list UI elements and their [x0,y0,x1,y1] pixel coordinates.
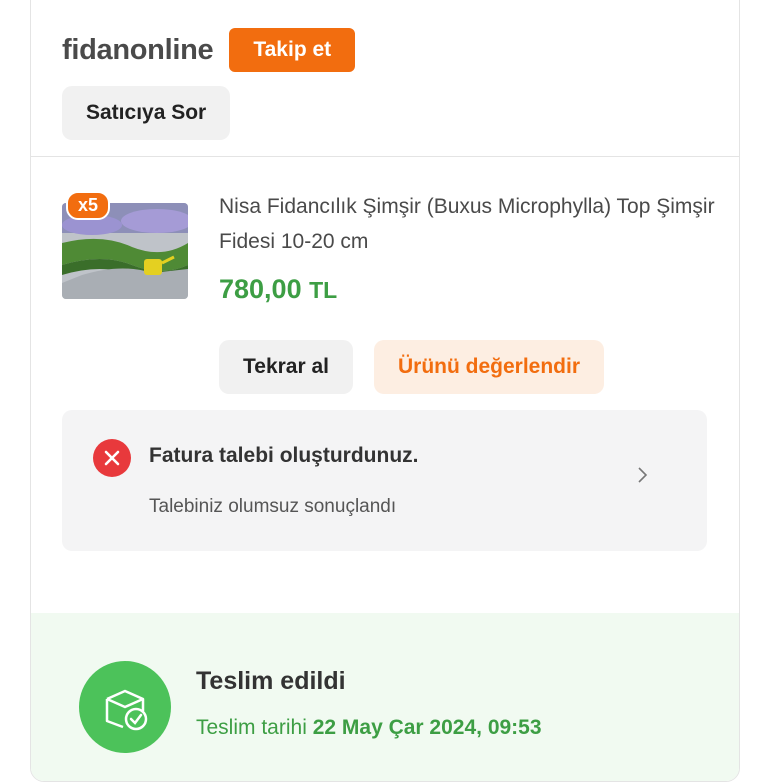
divider [31,156,739,157]
error-x-icon [93,439,131,477]
rate-product-button[interactable]: Ürünü değerlendir [374,340,605,394]
rebuy-button[interactable]: Tekrar al [219,340,353,394]
invoice-subtitle: Talebiniz olumsuz sonuçlandı [149,496,397,517]
order-card: fidanonline Takip et Satıcıya Sor x5 Nis… [30,0,740,782]
product-price: 780,00 TL [219,274,337,305]
follow-button[interactable]: Takip et [229,28,356,72]
delivery-date: Teslim tarihi 22 May Çar 2024, 09:53 [196,716,542,740]
seller-row: fidanonline Takip et [62,28,356,72]
delivery-date-label: Teslim tarihi [196,716,307,739]
chevron-right-icon [638,467,648,483]
seller-name[interactable]: fidanonline [62,34,214,67]
delivery-status-section: Teslim edildi Teslim tarihi 22 May Çar 2… [31,613,739,781]
quantity-badge: x5 [66,191,111,220]
price-value: 780,00 [219,274,302,304]
invoice-status-row[interactable]: Fatura talebi oluşturdunuz. Talebiniz ol… [62,410,707,551]
delivery-status-title: Teslim edildi [196,667,346,695]
ask-seller-button[interactable]: Satıcıya Sor [62,86,231,140]
product-title[interactable]: Nisa Fidancılık Şimşir (Buxus Microphyll… [219,189,719,259]
delivery-date-value: 22 May Çar 2024, 09:53 [312,716,542,739]
price-currency: TL [309,277,338,303]
invoice-title: Fatura talebi oluşturdunuz. [149,444,419,467]
package-check-icon [79,661,171,753]
